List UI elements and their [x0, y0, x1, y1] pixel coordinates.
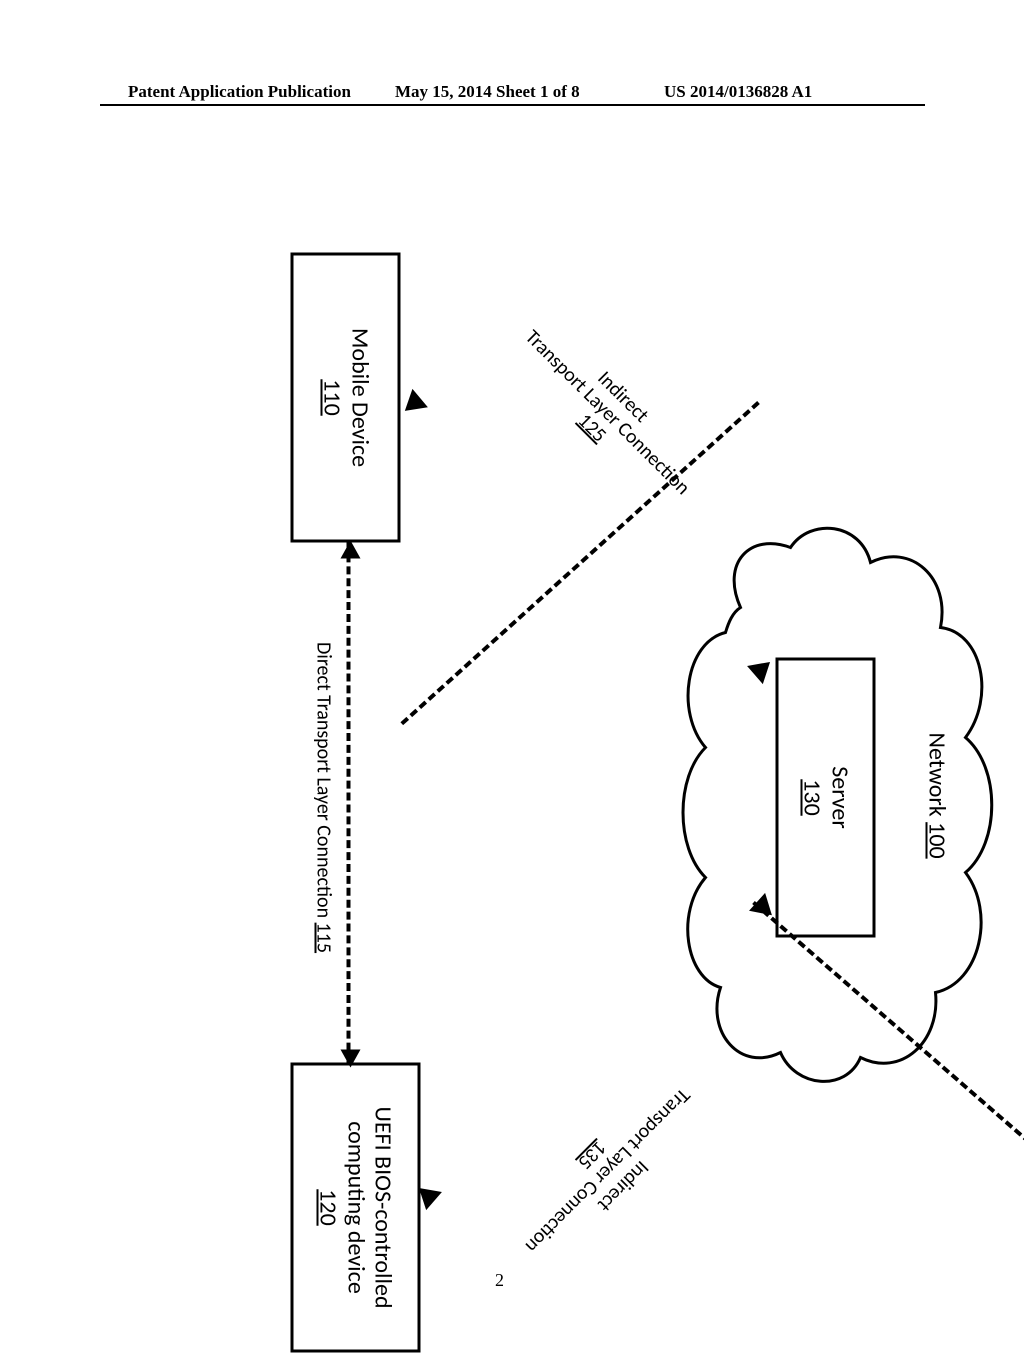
- mobile-device-box: Mobile Device 110: [291, 253, 401, 543]
- page-number: 2: [495, 1270, 504, 1291]
- uefi-line2: computing device: [342, 1121, 370, 1294]
- server-number: 130: [798, 779, 826, 816]
- network-number: 100: [923, 822, 952, 859]
- conn-right-num: 135: [478, 1041, 706, 1269]
- uefi-line1: UEFI BIOS-controlled: [369, 1106, 397, 1308]
- conn-bottom-num: 115: [312, 923, 336, 953]
- header-center: May 15, 2014 Sheet 1 of 8: [395, 82, 580, 102]
- uefi-device-box: UEFI BIOS-controlled computing device 12…: [291, 1063, 421, 1353]
- connection-label-right: Indirect Transport Layer Connection 135: [478, 1041, 737, 1300]
- connection-line-bottom: [347, 543, 351, 1063]
- conn-right-line2: Transport Layer Connection: [494, 1057, 722, 1285]
- uefi-number: 120: [314, 1189, 342, 1226]
- conn-bottom-text: Direct Transport Layer Connection: [312, 642, 336, 918]
- mobile-label: Mobile Device: [346, 328, 374, 467]
- arrowhead-icon: [397, 389, 428, 420]
- header-right: US 2014/0136828 A1: [664, 82, 812, 102]
- header-left: Patent Application Publication: [128, 82, 351, 102]
- connection-label-left: Indirect Transport Layer Connection 125: [478, 283, 737, 542]
- conn-left-line2: Transport Layer Connection: [494, 299, 722, 527]
- header-rule: [100, 104, 925, 106]
- network-text: Network: [923, 733, 952, 817]
- server-box: Server 130: [776, 658, 876, 938]
- figure-container: Figure 1 Network 100 Server 130 Indirect…: [1, 283, 1024, 1078]
- mobile-number: 110: [318, 379, 346, 416]
- network-label: Network 100: [923, 733, 951, 859]
- connection-label-bottom: Direct Transport Layer Connection 115: [313, 568, 335, 1028]
- server-label: Server: [826, 766, 854, 828]
- conn-left-num: 125: [478, 314, 706, 542]
- arrowhead-icon: [341, 541, 361, 559]
- conn-left-line1: Indirect: [509, 283, 737, 511]
